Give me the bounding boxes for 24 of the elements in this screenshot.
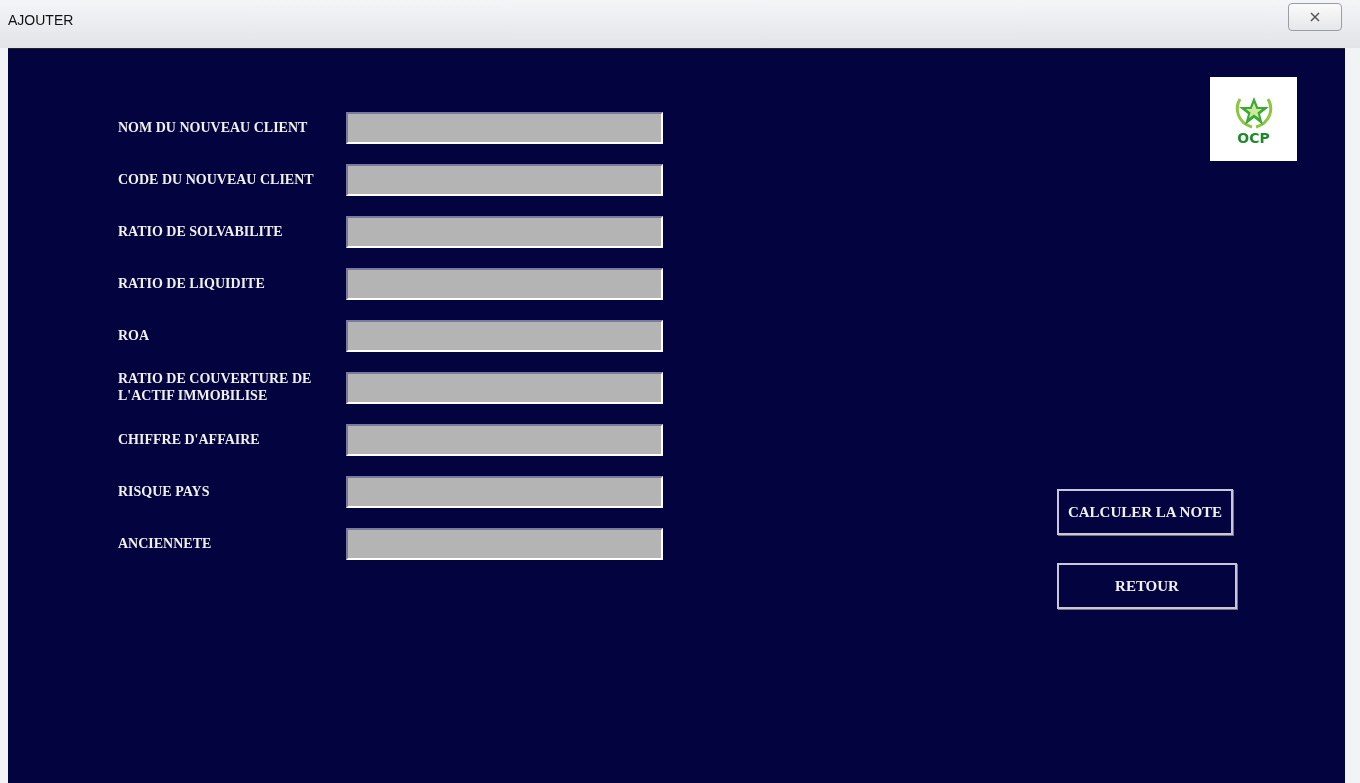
input-field[interactable] (346, 112, 663, 144)
close-button[interactable] (1288, 3, 1342, 31)
close-icon (1309, 11, 1321, 23)
input-field[interactable] (346, 424, 663, 456)
action-button[interactable]: RETOUR (1057, 563, 1237, 609)
field-label: ANCIENNETE (118, 535, 212, 553)
input-field[interactable] (346, 164, 663, 196)
input-field[interactable] (346, 528, 663, 560)
window-title: AJOUTER (8, 12, 74, 28)
field-label: NOM DU NOUVEAU CLIENT (118, 119, 308, 137)
input-field[interactable] (346, 320, 663, 352)
input-field[interactable] (346, 216, 663, 248)
action-button[interactable]: CALCULER LA NOTE (1057, 489, 1233, 535)
logo-text: OCP (1237, 131, 1270, 145)
input-field[interactable] (346, 476, 663, 508)
field-label: CHIFFRE D'AFFAIRE (118, 431, 260, 449)
field-label: RATIO DE SOLVABILITE (118, 223, 283, 241)
field-label: RATIO DE COUVERTURE DE L'ACTIF IMMOBILISE (118, 371, 313, 405)
field-label: RISQUE PAYS (118, 483, 210, 501)
input-field[interactable] (346, 268, 663, 300)
field-label: RATIO DE LIQUIDITE (118, 275, 265, 293)
field-label: CODE DU NOUVEAU CLIENT (118, 171, 314, 189)
field-label: ROA (118, 327, 150, 345)
input-field[interactable] (346, 372, 663, 404)
